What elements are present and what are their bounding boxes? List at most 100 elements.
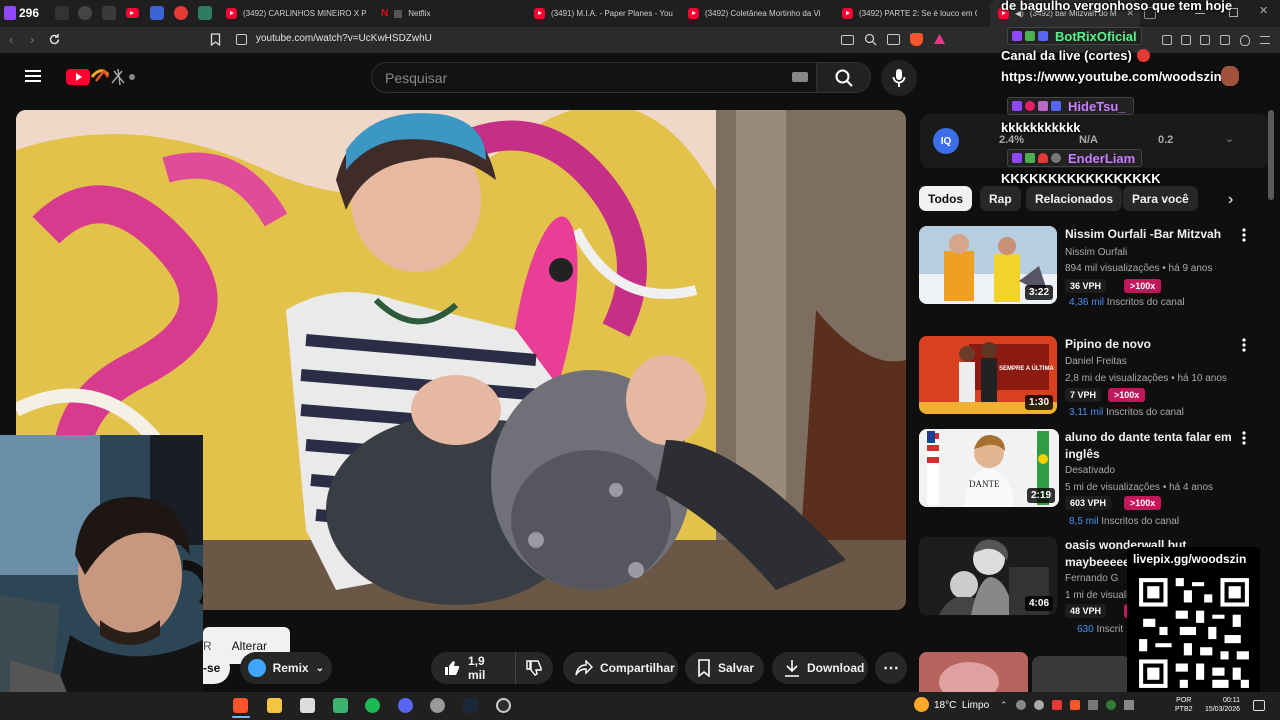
tray-icon[interactable] <box>1015 700 1026 710</box>
spotify-icon[interactable] <box>365 698 380 713</box>
search-button[interactable] <box>816 62 871 93</box>
pinned-tab-icon[interactable] <box>174 6 188 20</box>
netflix-icon: N <box>381 8 389 19</box>
voice-search-button[interactable] <box>881 60 917 96</box>
iq-logo[interactable]: IQ <box>933 128 959 154</box>
tray-icon[interactable] <box>1051 700 1062 710</box>
chip-rap[interactable]: Rap <box>980 186 1021 211</box>
chevron-up-icon[interactable]: ⌃ <box>1000 700 1008 712</box>
pinned-tab-icon[interactable] <box>198 6 212 20</box>
download-button[interactable]: Download <box>772 652 868 684</box>
keyboard-icon[interactable] <box>792 72 808 82</box>
extension-icon[interactable] <box>1162 35 1172 45</box>
forward-icon[interactable]: › <box>30 33 43 46</box>
recommendation-item[interactable]: SEMPRE A ÚLTIMA 1:30 Pipino de novo Dani… <box>919 336 1269 436</box>
vpn-icon[interactable] <box>1240 35 1250 46</box>
discord-icon[interactable] <box>398 698 413 713</box>
obs-icon[interactable] <box>496 698 511 713</box>
close-window-icon[interactable]: ✕ <box>1259 4 1268 17</box>
extension-icon[interactable] <box>1220 35 1230 45</box>
chevron-right-icon[interactable]: › <box>1228 191 1233 209</box>
browser-tab[interactable]: (3491) M.I.A. - Paper Planes - You <box>534 0 674 27</box>
site-settings-icon[interactable] <box>236 34 247 45</box>
video-title[interactable]: Nissim Ourfali -Bar Mitzvah <box>1065 226 1245 243</box>
tab-counter[interactable]: 296 <box>4 5 39 21</box>
search-input[interactable]: Pesquisar <box>371 62 817 93</box>
language-indicator[interactable]: POR PTB2 <box>1175 696 1193 714</box>
more-vertical-icon[interactable] <box>1242 228 1252 244</box>
browser-tab[interactable]: (3492) Coletânea Mortinho da Vi <box>688 0 828 27</box>
share-page-icon[interactable] <box>887 34 900 45</box>
subscribe-button-partial[interactable]: -se <box>203 652 230 684</box>
address-bar-url[interactable]: youtube.com/watch?v=UcKwHSDZwhU <box>256 33 432 44</box>
video-thumbnail[interactable] <box>919 652 1028 692</box>
app-icon[interactable] <box>333 698 348 713</box>
alterar-button[interactable]: Alterar <box>232 639 267 653</box>
more-actions-button[interactable]: ⋯ <box>875 652 907 684</box>
chip-para-voce[interactable]: Para você <box>1123 186 1198 211</box>
pinned-tab-icon[interactable] <box>102 6 116 20</box>
browser-tab[interactable]: (3492) CARLINHOS MINEIRO X PA <box>226 0 366 27</box>
video-thumbnail[interactable]: 3:22 <box>919 226 1057 304</box>
share-button[interactable]: Compartilhar <box>563 652 678 684</box>
extension-icon[interactable] <box>1181 35 1191 45</box>
file-explorer-icon[interactable] <box>267 698 282 713</box>
weather-text[interactable]: 18°C Limpo <box>934 700 989 711</box>
video-thumbnail[interactable]: 4:06 <box>919 537 1057 615</box>
channel-name[interactable]: Fernando G <box>1065 573 1118 584</box>
brave-rewards-icon[interactable] <box>933 33 946 46</box>
chat-username: BotRixOficial <box>1055 28 1137 44</box>
youtube-icon[interactable] <box>126 8 139 18</box>
browser-tab[interactable]: N Netflix <box>381 0 521 27</box>
zoom-icon[interactable] <box>864 33 877 46</box>
channel-name[interactable]: Desativado <box>1065 465 1115 476</box>
tray-icon[interactable] <box>1069 700 1080 710</box>
video-thumbnail[interactable]: DANTE 2:19 <box>919 429 1059 507</box>
tray-icon[interactable] <box>1123 700 1134 710</box>
system-tray-icons[interactable]: ⌃ <box>1000 700 1160 712</box>
menu-icon[interactable] <box>1260 36 1270 44</box>
recommendation-item[interactable]: 3:22 Nissim Ourfali -Bar Mitzvah Nissim … <box>919 226 1269 326</box>
remix-button[interactable]: Remix ⌄ <box>240 652 332 684</box>
tray-icon[interactable] <box>1033 700 1044 710</box>
app-icon[interactable] <box>300 698 315 713</box>
channel-name[interactable]: Daniel Freitas <box>1065 356 1127 367</box>
minimize-icon[interactable] <box>1195 13 1205 14</box>
tray-icon[interactable] <box>1105 700 1116 710</box>
channel-name[interactable]: Nissim Ourfali <box>1065 247 1127 258</box>
steam-icon[interactable] <box>463 698 478 713</box>
scrollbar[interactable] <box>1268 110 1274 200</box>
tray-icon[interactable] <box>1087 700 1098 710</box>
browser-tab[interactable]: (3492) PARTE 2: Se é louco em Co <box>842 0 977 27</box>
brave-icon[interactable] <box>233 698 248 713</box>
chip-todos[interactable]: Todos <box>919 186 973 211</box>
more-vertical-icon[interactable] <box>1242 338 1252 354</box>
save-button[interactable]: Salvar <box>685 652 764 684</box>
chip-relacionados[interactable]: Relacionados <box>1026 186 1123 211</box>
pinned-tab-icon[interactable] <box>78 6 92 20</box>
extension-icon[interactable] <box>1200 35 1210 45</box>
hamburger-menu-icon[interactable] <box>25 70 41 82</box>
dislike-button[interactable] <box>515 652 553 684</box>
like-button[interactable]: 1,9 mil <box>431 652 515 684</box>
clock[interactable]: 00:11 15/03/2026 <box>1200 696 1240 714</box>
reload-icon[interactable] <box>48 33 61 46</box>
video-thumbnail[interactable]: SEMPRE A ÚLTIMA 1:30 <box>919 336 1057 414</box>
youtube-logo[interactable] <box>66 67 140 87</box>
vph-badge: 603 VPH <box>1065 496 1112 510</box>
bookmark-icon[interactable] <box>210 33 223 46</box>
recommendation-item[interactable]: DANTE 2:19 aluno do dante tenta falar em… <box>919 429 1269 529</box>
back-icon[interactable]: ‹ <box>9 33 22 46</box>
pinned-tab-icon[interactable] <box>55 6 69 20</box>
notification-icon[interactable] <box>1253 700 1265 711</box>
share-label: Compartilhar <box>600 661 675 675</box>
cast-icon[interactable] <box>841 35 854 45</box>
more-vertical-icon[interactable] <box>1242 431 1252 447</box>
video-thumbnail[interactable] <box>1032 656 1130 692</box>
video-title[interactable]: Pipino de novo <box>1065 336 1245 353</box>
pinned-tab-icon[interactable] <box>150 6 164 20</box>
app-icon[interactable] <box>430 698 445 713</box>
brave-shield-icon[interactable] <box>910 33 923 46</box>
video-title[interactable]: aluno do dante tenta falar em inglês <box>1065 429 1245 463</box>
chevron-down-icon[interactable]: ⌄ <box>1225 132 1234 145</box>
